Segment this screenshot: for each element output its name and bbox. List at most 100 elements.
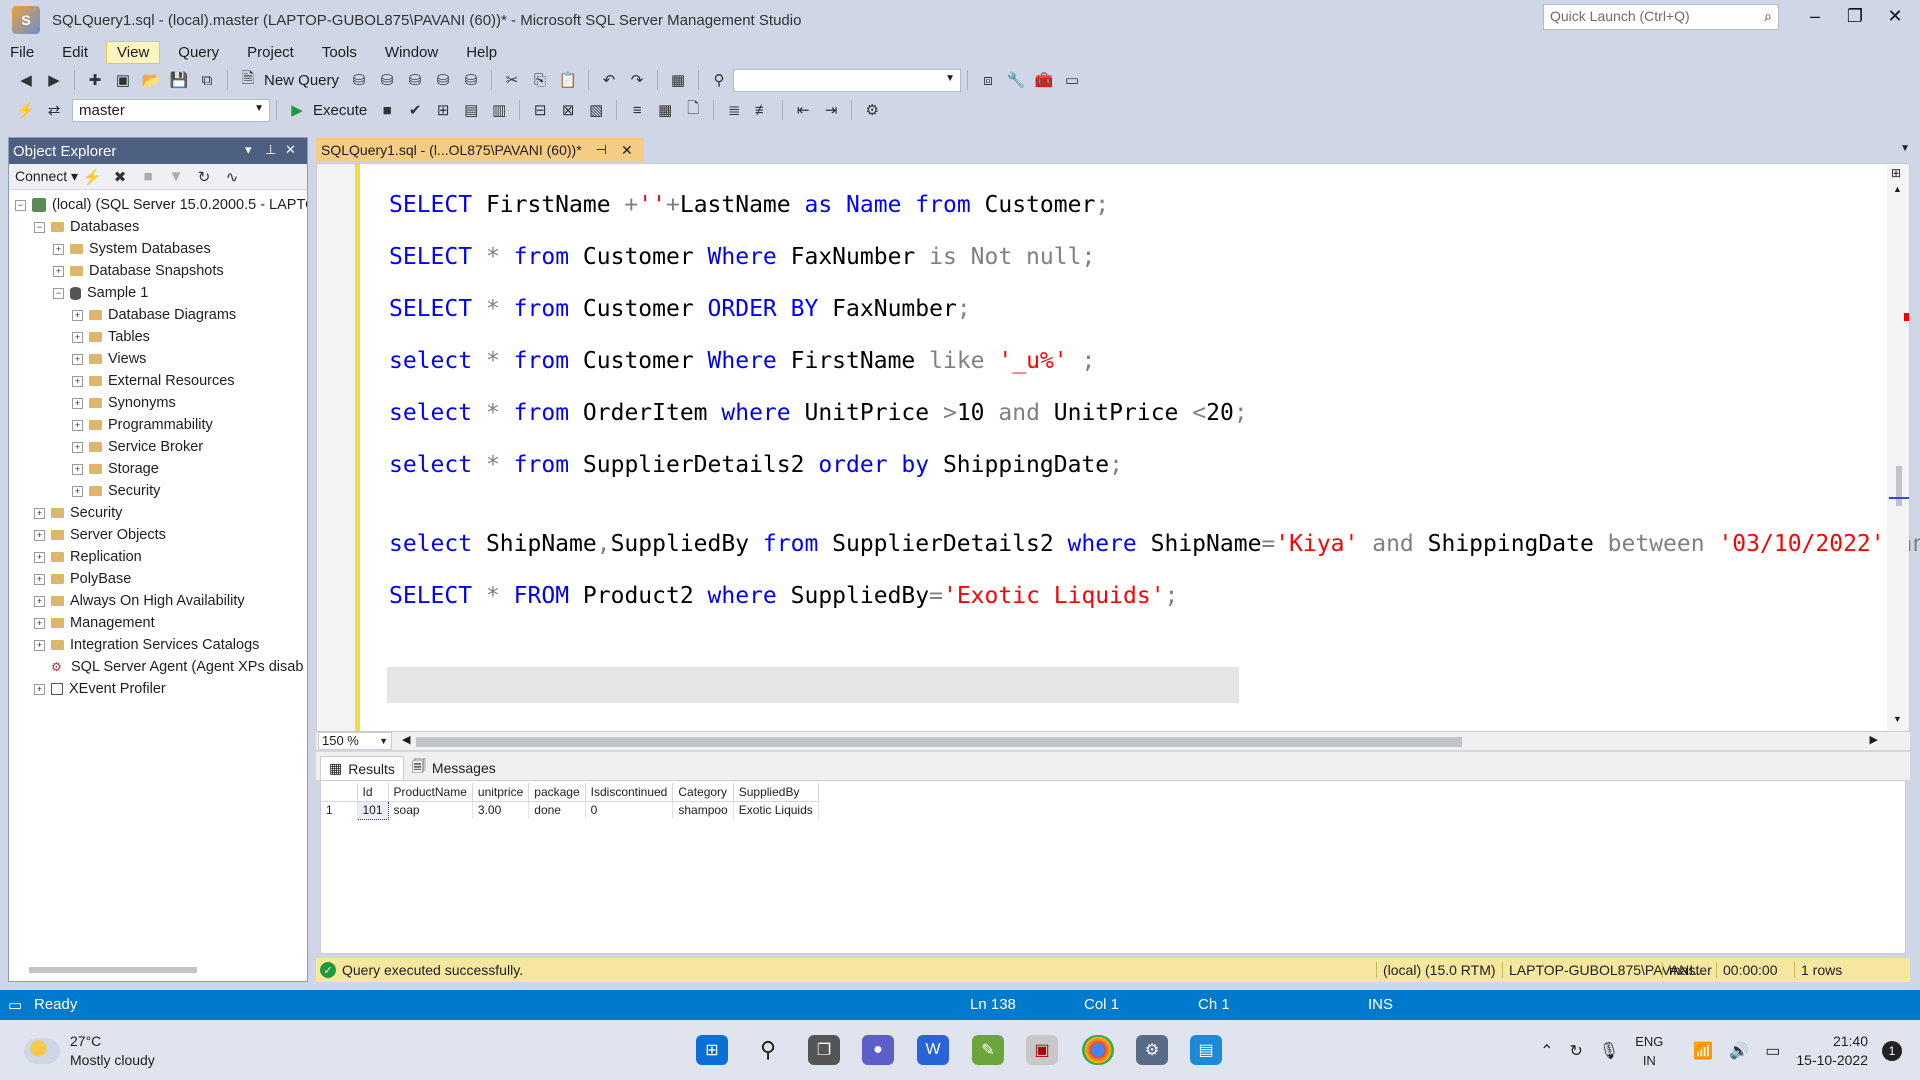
toolbox-icon[interactable]: 🧰 [1033, 69, 1055, 91]
find-icon[interactable]: ⚲ [708, 69, 730, 91]
tree-node[interactable]: + Security [9, 480, 307, 502]
column-header[interactable]: Isdiscontinued [585, 783, 674, 802]
include-plan-icon[interactable]: ⊟ [529, 99, 551, 121]
expand-icon[interactable]: + [34, 529, 45, 541]
expand-icon[interactable]: + [34, 507, 45, 519]
language-indicator[interactable]: ENG IN [1635, 1032, 1663, 1070]
quick-launch-input[interactable]: Quick Launch (Ctrl+Q) ⌕ [1543, 4, 1779, 30]
microphone-icon[interactable]: 🎙 [1599, 1041, 1619, 1061]
menu-project[interactable]: Project [237, 42, 304, 63]
solution-explorer-icon[interactable]: ⧈ [977, 69, 999, 91]
tab-dropdown-icon[interactable]: ▼ [1900, 143, 1910, 154]
vertical-scrollbar[interactable]: ⊞ ▲ ▼ [1887, 164, 1909, 731]
results-to-file-icon[interactable]: 🗋 [682, 99, 704, 121]
settings-icon[interactable]: ⚙ [1136, 1035, 1168, 1065]
tab-sqlquery1[interactable]: SQLQuery1.sql - (l...OL875\PAVANI (60))*… [316, 138, 644, 162]
expand-icon[interactable]: + [72, 309, 83, 321]
split-icon[interactable]: ⊞ [1891, 166, 1901, 180]
tree-node[interactable]: + Always On High Availability [9, 590, 307, 612]
tree-node[interactable]: + Integration Services Catalogs [9, 634, 307, 656]
stop-icon[interactable]: ■ [137, 166, 159, 188]
tree-node[interactable]: + XEvent Profiler [9, 678, 307, 700]
code-line[interactable]: SELECT * from Customer ORDER BY FaxNumbe… [389, 296, 971, 322]
paste-icon[interactable]: 📋 [557, 69, 579, 91]
expand-icon[interactable]: + [72, 463, 83, 475]
tree-node[interactable]: + Database Diagrams [9, 304, 307, 326]
expand-icon[interactable]: + [72, 331, 83, 343]
close-icon[interactable]: ✕ [621, 142, 633, 159]
expand-icon[interactable]: + [72, 397, 83, 409]
collapse-icon[interactable]: − [34, 221, 45, 233]
expand-icon[interactable]: + [72, 353, 83, 365]
notification-badge[interactable]: 1 [1882, 1041, 1902, 1061]
volume-icon[interactable]: 🔊 [1729, 1041, 1749, 1061]
find-combo[interactable]: ▼ [733, 68, 962, 92]
table-cell[interactable]: shampoo [672, 801, 734, 819]
code-line[interactable]: SELECT * from Customer Where FaxNumber i… [389, 244, 1095, 270]
expand-icon[interactable]: + [72, 441, 83, 453]
execute-button[interactable]: Execute [313, 102, 367, 119]
estimated-plan-icon[interactable]: ⊞ [432, 99, 454, 121]
results-grid[interactable]: Id ProductName unitprice package Isdiscontin… [320, 780, 1906, 954]
connect-button[interactable]: Connect ▾ [15, 168, 78, 185]
teams-chat-icon[interactable]: ● [862, 1035, 894, 1065]
mdx-query-icon[interactable]: ⛁ [376, 69, 398, 91]
command-window-icon[interactable]: ▭ [1061, 69, 1083, 91]
scroll-right-icon[interactable]: ▶ [1870, 733, 1878, 746]
expand-icon[interactable]: + [34, 551, 45, 563]
task-view-icon[interactable]: ❐ [808, 1035, 840, 1065]
change-connection-icon[interactable]: ⇄ [43, 99, 65, 121]
battery-icon[interactable]: ▭ [1765, 1041, 1780, 1061]
minimize-button[interactable]: – [1800, 6, 1830, 27]
close-button[interactable]: ✕ [1880, 6, 1910, 27]
expand-icon[interactable]: + [72, 375, 83, 387]
expand-icon[interactable]: + [34, 639, 45, 651]
tree-node[interactable]: − Databases [9, 216, 307, 238]
query-in-editor-icon[interactable]: ▤ [460, 99, 482, 121]
scroll-up-icon[interactable]: ▲ [1893, 184, 1902, 194]
horizontal-scroll-thumb[interactable] [416, 737, 1462, 747]
menu-window[interactable]: Window [375, 42, 448, 63]
column-header[interactable]: package [528, 783, 586, 802]
database-select[interactable]: master ▼ [72, 98, 270, 122]
cancel-query-icon[interactable]: ■ [376, 99, 398, 121]
column-header[interactable]: unitprice [472, 783, 530, 802]
new-project-icon[interactable]: ✚ [84, 69, 106, 91]
live-stats-icon[interactable]: ⊠ [557, 99, 579, 121]
decrease-indent-icon[interactable]: ⇤ [792, 99, 814, 121]
row-number[interactable]: 1 [321, 801, 358, 819]
connect-object-icon[interactable]: ⚡ [81, 166, 103, 188]
pin-icon[interactable]: ⊥ [265, 142, 276, 158]
activity-icon[interactable]: ∿ [221, 166, 243, 188]
code-line[interactable]: select * from SupplierDetails2 order by … [389, 452, 1123, 478]
scroll-thumb[interactable] [1896, 466, 1902, 506]
client-stats-icon[interactable]: ▧ [585, 99, 607, 121]
scroll-left-icon[interactable]: ◀ [402, 733, 410, 746]
dax-query-icon[interactable]: ⛁ [460, 69, 482, 91]
tree-node[interactable]: + PolyBase [9, 568, 307, 590]
open-file-icon[interactable]: 📂 [140, 69, 162, 91]
properties-icon[interactable]: 🔧 [1005, 69, 1027, 91]
tab-messages[interactable]: 🗐 Messages [404, 756, 504, 780]
table-cell[interactable]: Exotic Liquids [733, 801, 819, 819]
tree-node[interactable]: + Tables [9, 326, 307, 348]
expand-icon[interactable]: + [34, 573, 45, 585]
tab-results[interactable]: ▦ Results [320, 756, 404, 780]
horizontal-scrollbar[interactable] [29, 967, 197, 973]
column-header[interactable]: SuppliedBy [733, 783, 819, 802]
add-item-icon[interactable]: ▣ [112, 69, 134, 91]
expand-icon[interactable]: + [34, 617, 45, 629]
collapse-icon[interactable]: − [15, 199, 26, 211]
tree-node[interactable]: + Programmability [9, 414, 307, 436]
weather-widget[interactable]: 27°C Mostly cloudy [24, 1032, 155, 1070]
tree-node[interactable]: + Database Snapshots [9, 260, 307, 282]
tree-node[interactable]: + Service Broker [9, 436, 307, 458]
parse-icon[interactable]: ✔ [404, 99, 426, 121]
column-header[interactable]: Id [357, 783, 389, 802]
copy-icon[interactable]: ⎘ [529, 69, 551, 91]
tree-node[interactable]: + Security [9, 502, 307, 524]
code-line[interactable]: SELECT FirstName +''+LastName as Name fr… [389, 192, 1109, 218]
close-icon[interactable]: ✕ [285, 142, 296, 158]
tree-node[interactable]: + External Resources [9, 370, 307, 392]
start-icon[interactable]: ⊞ [696, 1035, 728, 1065]
